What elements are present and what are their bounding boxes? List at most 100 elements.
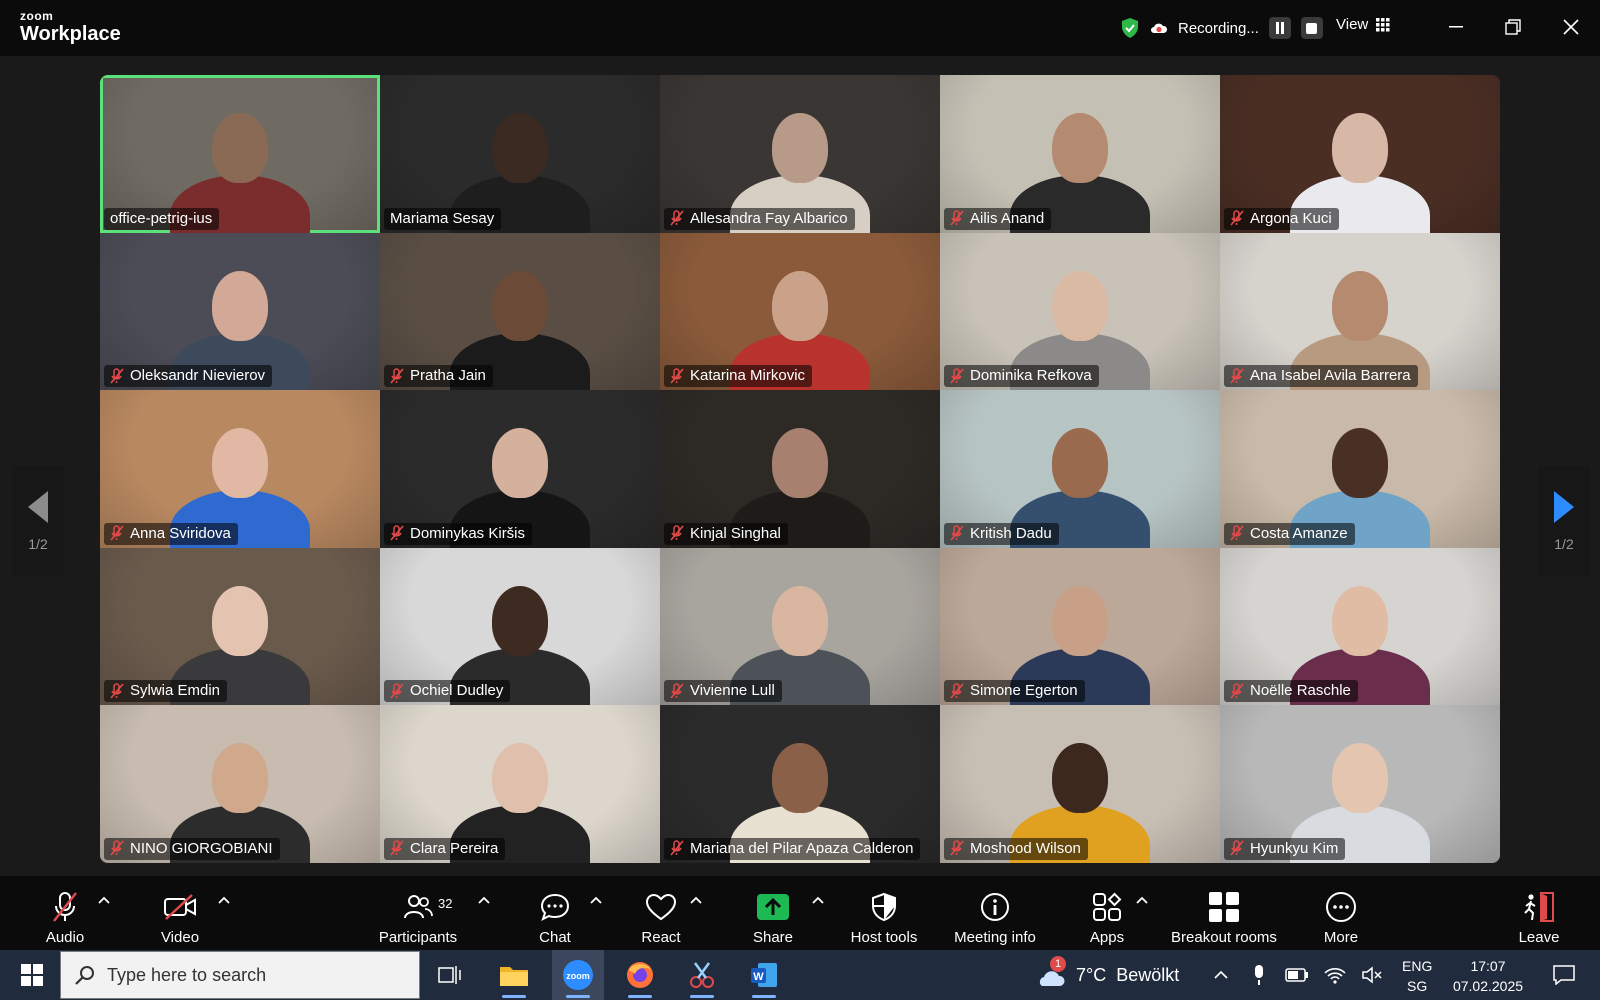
host-tools-button[interactable]: Host tools: [846, 882, 922, 946]
next-page-button[interactable]: 1/2: [1538, 466, 1590, 576]
tray-volume-button[interactable]: [1358, 950, 1388, 1000]
show-hidden-icons-button[interactable]: [1206, 950, 1236, 1000]
participant-name-tag: Oleksandr Nievierov: [104, 365, 273, 388]
video-button[interactable]: Video: [150, 882, 210, 946]
participant-name: Oleksandr Nievierov: [130, 367, 266, 385]
microphone-muted-icon: [110, 367, 124, 384]
participant-face: [1052, 270, 1108, 341]
participant-name-tag: Ana Isabel Avila Barrera: [1224, 365, 1418, 388]
leave-button[interactable]: Leave: [1514, 882, 1564, 946]
participant-video-tile[interactable]: Clara Pereira: [380, 705, 660, 863]
participant-video-tile[interactable]: Ana Isabel Avila Barrera: [1220, 232, 1500, 391]
info-icon: [981, 893, 1009, 921]
minimize-button[interactable]: [1441, 14, 1471, 40]
weather-widget[interactable]: 1 7°C Bewölkt: [1036, 950, 1179, 1000]
microphone-muted-icon: [110, 840, 124, 857]
participant-video-tile[interactable]: Costa Amanze: [1220, 390, 1500, 548]
tray-network-button[interactable]: [1320, 950, 1350, 1000]
zoom-taskbar-button[interactable]: zoom: [552, 950, 604, 1000]
share-button[interactable]: Share: [748, 882, 798, 946]
restore-button[interactable]: [1498, 14, 1528, 40]
participant-face: [492, 428, 548, 499]
participant-video-tile[interactable]: Anna Sviridova: [100, 390, 380, 548]
meeting-info-button[interactable]: Meeting info: [948, 882, 1042, 946]
participant-video-tile[interactable]: Hyunkyu Kim: [1220, 705, 1500, 863]
file-explorer-taskbar-button[interactable]: [488, 950, 540, 1000]
svg-text:zoom: zoom: [566, 971, 590, 981]
system-clock[interactable]: 17:07 07.02.2025: [1448, 956, 1528, 996]
participant-name-tag: office-petrig-ius: [104, 207, 220, 230]
participant-name-tag: NINO GIORGOBIANI: [104, 837, 280, 860]
participant-video-tile[interactable]: Oleksandr Nievierov: [100, 232, 380, 391]
react-options-caret-icon[interactable]: [690, 896, 702, 906]
weather-badge: 1: [1050, 956, 1066, 972]
react-button[interactable]: React: [636, 882, 686, 946]
share-options-caret-icon[interactable]: [812, 896, 824, 906]
microphone-muted-icon: [670, 525, 684, 541]
participant-video-tile[interactable]: NINO GIORGOBIANI: [100, 705, 380, 863]
microphone-muted-icon: [1230, 210, 1244, 226]
close-icon: [1563, 19, 1579, 35]
apps-icon: [1093, 892, 1122, 921]
microphone-muted-icon: [110, 525, 124, 541]
video-options-caret-icon[interactable]: [218, 896, 230, 906]
more-button[interactable]: More: [1316, 882, 1366, 946]
view-button[interactable]: View: [1336, 16, 1390, 33]
microphone-muted-icon: [670, 683, 684, 699]
start-button[interactable]: [8, 950, 56, 1000]
pause-recording-button[interactable]: [1268, 17, 1291, 39]
participants-button[interactable]: Participants: [372, 882, 464, 946]
share-label: Share: [752, 929, 794, 946]
chevron-up-icon: [1214, 970, 1228, 979]
participant-video-tile[interactable]: Katarina Mirkovic: [660, 232, 940, 391]
logo-small: zoom: [20, 9, 54, 23]
taskbar-search-box[interactable]: Type here to search: [60, 951, 420, 999]
snipping-tool-taskbar-button[interactable]: [676, 950, 728, 1000]
participant-video-tile[interactable]: Kinjal Singhal: [660, 390, 940, 548]
tray-microphone-button[interactable]: [1244, 950, 1274, 1000]
apps-options-caret-icon[interactable]: [1136, 896, 1148, 906]
share-screen-icon: [757, 894, 789, 920]
apps-button[interactable]: Apps: [1082, 882, 1132, 946]
participant-video-tile[interactable]: Allesandra Fay Albarico: [660, 75, 940, 233]
audio-button[interactable]: Audio: [40, 882, 90, 946]
minimize-icon: [1449, 26, 1463, 28]
participant-face: [212, 585, 268, 656]
stop-recording-button[interactable]: [1300, 17, 1323, 39]
participant-video-tile[interactable]: Kritish Dadu: [940, 390, 1220, 548]
security-shield-icon[interactable]: [1120, 17, 1140, 39]
participant-video-tile[interactable]: Ailis Anand: [940, 75, 1220, 233]
title-bar: zoom Workplace Recording... View: [0, 0, 1600, 56]
previous-page-button[interactable]: 1/2: [12, 466, 64, 576]
tray-battery-button[interactable]: [1282, 950, 1312, 1000]
task-view-button[interactable]: [424, 950, 476, 1000]
close-button[interactable]: [1556, 14, 1586, 40]
participant-video-tile[interactable]: Simone Egerton: [940, 547, 1220, 706]
participant-video-tile[interactable]: Moshood Wilson: [940, 705, 1220, 863]
participant-video-tile[interactable]: Vivienne Lull: [660, 547, 940, 706]
chat-button[interactable]: Chat: [530, 882, 580, 946]
breakout-rooms-button[interactable]: Breakout rooms: [1164, 882, 1284, 946]
participant-video-tile[interactable]: Sylwia Emdin: [100, 547, 380, 706]
notifications-button[interactable]: [1544, 950, 1584, 1000]
language-indicator[interactable]: ENG SG: [1402, 956, 1432, 996]
participant-video-tile[interactable]: Pratha Jain: [380, 232, 660, 391]
participant-video-tile[interactable]: Argona Kuci: [1220, 75, 1500, 233]
participant-video-tile[interactable]: Dominika Refkova: [940, 232, 1220, 391]
participant-video-tile[interactable]: office-petrig-ius: [100, 75, 380, 233]
participant-name-tag: Hyunkyu Kim: [1224, 837, 1346, 860]
participant-name-tag: Clara Pereira: [384, 837, 506, 860]
chat-options-caret-icon[interactable]: [590, 896, 602, 906]
clock-time: 17:07: [1470, 958, 1506, 974]
word-taskbar-button[interactable]: W: [738, 950, 790, 1000]
participant-video-tile[interactable]: Noëlle Raschle: [1220, 547, 1500, 706]
participant-video-tile[interactable]: Mariana del Pilar Apaza Calderon: [660, 705, 940, 863]
participant-name-tag: Katarina Mirkovic: [664, 365, 813, 388]
participant-video-tile[interactable]: Ochiel Dudley: [380, 547, 660, 706]
participant-name-tag: Sylwia Emdin: [104, 680, 228, 703]
participant-video-tile[interactable]: Dominykas Kiršis: [380, 390, 660, 548]
audio-options-caret-icon[interactable]: [98, 896, 110, 906]
participants-options-caret-icon[interactable]: [478, 896, 490, 906]
participant-video-tile[interactable]: Mariama Sesay: [380, 75, 660, 233]
firefox-taskbar-button[interactable]: [614, 950, 666, 1000]
